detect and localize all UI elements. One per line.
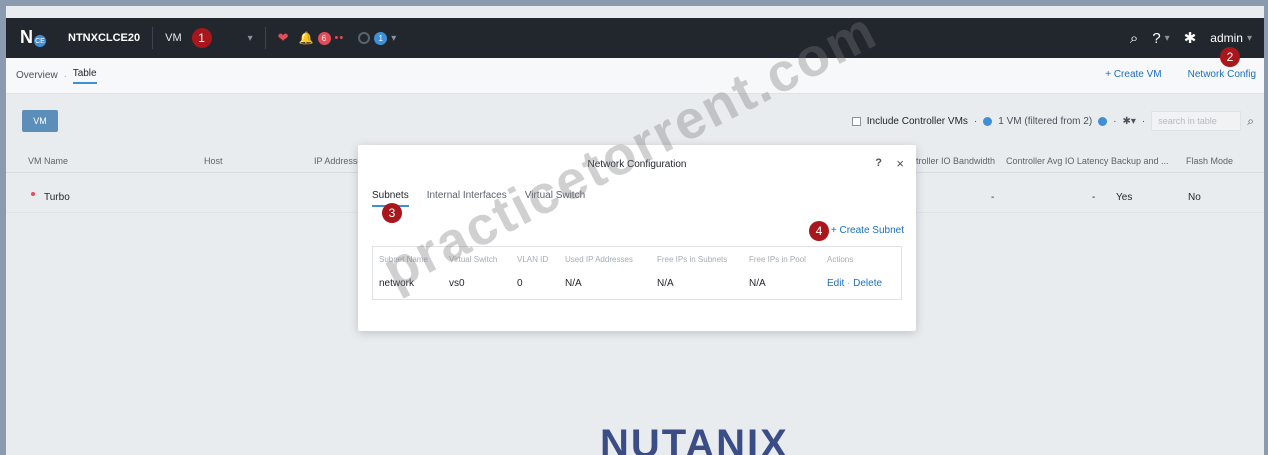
col-controller-io-bandwidth[interactable]: ntroller IO Bandwidth [911,156,995,166]
col-actions: Actions [827,255,854,264]
table-cell-latency: - [1092,192,1096,203]
table-cell-backup: Yes [1116,192,1133,203]
chevron-down-icon[interactable]: ▾ [1247,33,1252,44]
alerts-bell-icon[interactable]: 🔔 [299,31,314,45]
step-marker-4: 4 [809,221,829,241]
alert-count-badge[interactable]: 6 [317,31,331,45]
separator-dot: · [1113,115,1117,127]
task-count-badge[interactable]: 1 [374,31,388,45]
separator-dot: · [1141,115,1146,127]
free-ips-pool-cell: N/A [749,278,766,289]
nutanix-logo[interactable]: N CE [20,27,54,48]
sub-navigation: Overview · Table + Create VM Network Con… [6,47,1264,94]
vm-count: 1 VM (filtered from 2) [998,115,1093,127]
actions-cell: Edit · Delete [827,278,882,289]
include-controller-label: Include Controller VMs [866,115,968,127]
search-input[interactable]: search in table [1151,111,1242,131]
col-host[interactable]: Host [204,156,223,166]
top-bar: N CE NTNXCLCE20 VM 1 ▾ ❤ 🔔 6 •• 1 ▾ ⌕ ? … [6,18,1264,58]
logo-letter: N [20,27,33,47]
col-free-ips-pool: Free IPs in Pool [749,255,806,264]
close-icon[interactable]: × [896,156,904,171]
info-icon [1098,116,1108,126]
used-ip-cell: N/A [565,278,582,289]
ce-badge: CE [34,35,46,47]
help-icon[interactable]: ? [875,157,882,169]
step-marker-1: 1 [191,28,212,48]
delete-link[interactable]: Delete [853,278,882,289]
network-config-link[interactable]: Network Config [1188,69,1256,80]
col-vm-name[interactable]: VM Name [28,156,68,166]
virtual-switch-cell: vs0 [449,278,465,289]
nutanix-brand-logo: NUTANIX [600,422,789,455]
tab-overview[interactable]: Overview [16,70,58,81]
search-icon[interactable]: ⌕ [1130,30,1138,47]
create-subnet-link[interactable]: + Create Subnet [831,225,904,236]
alert-severity-dots: •• [334,32,345,44]
col-flash-mode[interactable]: Flash Mode [1186,156,1233,166]
vlan-id-cell: 0 [517,278,523,289]
col-used-ip: Used IP Addresses [565,255,633,264]
table-cell-bandwidth: - [991,192,995,203]
free-ips-subnet-cell: N/A [657,278,674,289]
step-marker-3: 3 [382,203,402,223]
cluster-name[interactable]: NTNXCLCE20 [68,32,140,44]
table-settings-gear-icon[interactable]: ✱▾ [1123,116,1136,127]
top-margin [6,6,1264,18]
power-off-indicator [31,192,35,196]
col-ip-address[interactable]: IP Addresse [314,156,362,166]
col-vlan-id: VLAN ID [517,255,549,264]
search-icon[interactable]: ⌕ [1247,114,1254,129]
separator-dot: · [973,115,978,127]
tab-table[interactable]: Table [72,68,97,84]
breadcrumb-separator: · [63,70,67,81]
create-vm-link[interactable]: + Create VM [1105,69,1161,80]
divider [264,27,266,49]
entity-menu[interactable]: VM [165,32,182,44]
table-toolbar: Include Controller VMs · 1 VM (filtered … [851,111,1254,131]
col-controller-latency[interactable]: Controller Avg IO Latency [1006,156,1108,166]
chevron-down-icon[interactable]: ▾ [1165,33,1170,44]
vm-button[interactable]: VM [22,110,58,132]
col-backup[interactable]: Backup and ... [1111,156,1169,166]
topbar-right: ⌕ ? ▾ ✱ admin ▾ [1130,29,1252,48]
chevron-down-icon[interactable]: ▾ [248,33,253,44]
edit-link[interactable]: Edit [827,278,844,289]
col-free-ips-subnets: Free IPs in Subnets [657,255,728,264]
include-controller-checkbox[interactable] [851,116,861,126]
chevron-down-icon[interactable]: ▾ [391,33,396,44]
divider [152,27,154,49]
table-cell-flash: No [1188,192,1201,203]
health-heart-icon[interactable]: ❤ [278,30,289,46]
help-icon[interactable]: ? [1152,30,1160,47]
info-icon [983,116,993,126]
table-row-vm-name[interactable]: Turbo [44,192,70,203]
gear-icon[interactable]: ✱ [1184,29,1197,47]
user-menu[interactable]: admin [1210,31,1243,45]
step-marker-2: 2 [1220,47,1240,67]
tasks-circle-icon[interactable] [358,32,371,44]
app-window: N CE NTNXCLCE20 VM 1 ▾ ❤ 🔔 6 •• 1 ▾ ⌕ ? … [6,6,1264,455]
subnav-actions: + Create VM Network Config [1105,69,1256,80]
